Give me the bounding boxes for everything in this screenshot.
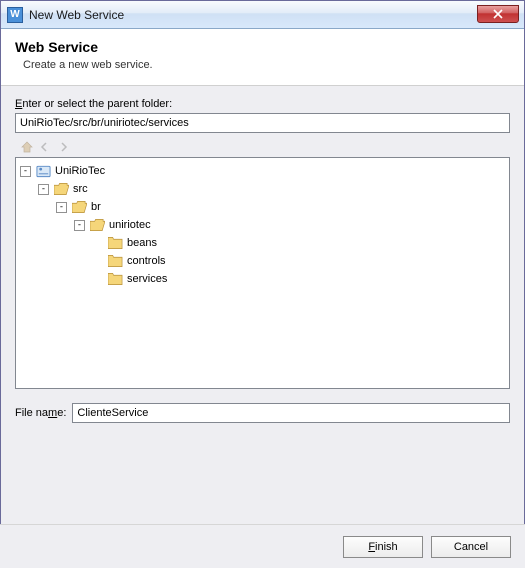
tree-label: beans [125,234,159,252]
file-name-input[interactable] [72,403,510,423]
close-button[interactable] [477,5,519,23]
collapse-icon[interactable]: - [74,220,85,231]
finish-button[interactable]: Finish [343,536,423,558]
button-bar: Finish Cancel [0,524,525,568]
tree-node-folder[interactable]: - uniriotec [74,216,507,234]
wizard-header: Web Service Create a new web service. [1,29,524,86]
titlebar: W New Web Service [1,1,524,29]
cancel-button[interactable]: Cancel [431,536,511,558]
folder-open-icon [53,182,69,196]
tree-nav-toolbar [15,139,510,155]
tree-node-folder[interactable]: controls [92,252,507,270]
window-title: New Web Service [29,8,124,22]
collapse-icon[interactable]: - [38,184,49,195]
app-icon: W [7,7,23,23]
page-title: Web Service [15,39,510,55]
tree-label: services [125,270,169,288]
tree-label: uniriotec [107,216,153,234]
close-icon [493,9,503,19]
collapse-icon[interactable]: - [56,202,67,213]
tree-label: controls [125,252,168,270]
folder-open-icon [71,200,87,214]
tree-label: br [89,198,103,216]
collapse-icon[interactable]: - [20,166,31,177]
folder-icon [107,236,123,250]
home-icon[interactable] [19,139,35,155]
tree-label: src [71,180,90,198]
tree-node-folder[interactable]: - src [38,180,507,198]
tree-node-folder[interactable]: beans [92,234,507,252]
project-icon [35,164,51,178]
parent-folder-label: Enter or select the parent folder: [15,98,510,110]
file-name-label: File name: [15,407,66,419]
page-subtitle: Create a new web service. [23,59,510,71]
back-icon[interactable] [37,139,53,155]
tree-label: UniRioTec [53,162,107,180]
folder-icon [107,272,123,286]
parent-folder-input[interactable] [15,113,510,133]
forward-icon[interactable] [55,139,71,155]
folder-open-icon [89,218,105,232]
tree-node-folder[interactable]: services [92,270,507,288]
folder-icon [107,254,123,268]
tree-node-folder[interactable]: - br [56,198,507,216]
wizard-content: Enter or select the parent folder: - [1,86,524,429]
tree-node-project[interactable]: - UniRioTec [20,162,507,180]
folder-tree[interactable]: - UniRioTec - [15,157,510,389]
